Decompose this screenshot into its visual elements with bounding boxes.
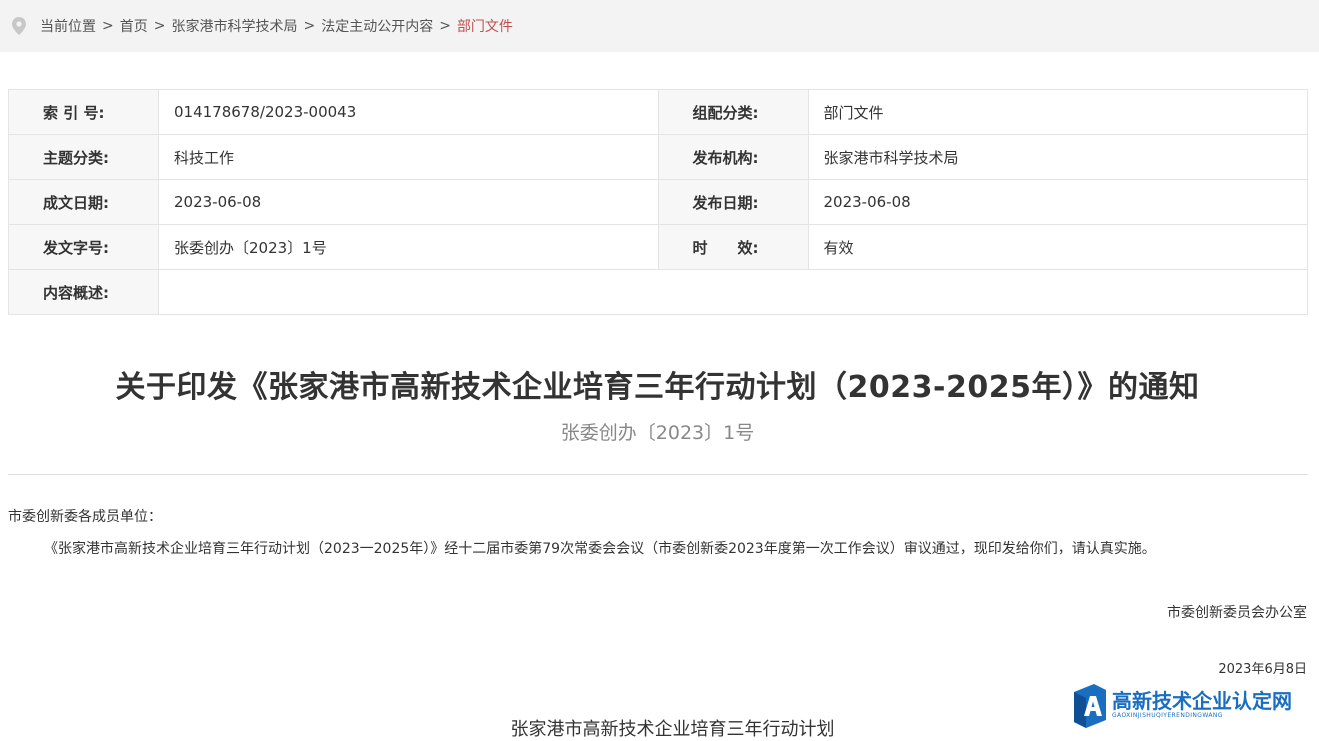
validity-value: 有效 <box>807 224 1308 270</box>
index-value: 014178678/2023-00043 <box>158 89 659 135</box>
summary-label: 内容概述: <box>8 269 159 315</box>
watermark-text: 高新技术企业认定网 <box>1112 689 1292 713</box>
breadcrumb: 当前位置 > 首页 > 张家港市科学技术局 > 法定主动公开内容 > 部门文件 <box>0 0 1319 52</box>
site-watermark: 高新技术企业认定网 GAOXINJISHUQIYERENDINGWANG <box>1070 680 1319 730</box>
publisher-label: 发布机构: <box>657 134 809 180</box>
meta-row: 发文字号: 张委创办〔2023〕1号 时 效: 有效 <box>8 224 1308 270</box>
published-date-value: 2023-06-08 <box>807 179 1308 225</box>
breadcrumb-bureau-link[interactable]: 张家港市科学技术局 <box>171 16 297 36</box>
category-label: 组配分类: <box>657 89 809 135</box>
topic-label: 主题分类: <box>8 134 159 180</box>
breadcrumb-separator: > <box>102 18 114 34</box>
category-value: 部门文件 <box>807 89 1308 135</box>
document-title: 关于印发《张家港市高新技术企业培育三年行动计划（2023-2025年）》的通知 <box>115 370 1200 405</box>
breadcrumb-disclosure-link[interactable]: 法定主动公开内容 <box>321 16 433 36</box>
breadcrumb-separator: > <box>303 18 316 34</box>
published-date-label: 发布日期: <box>657 179 809 225</box>
meta-row: 索 引 号: 014178678/2023-00043 组配分类: 部门文件 <box>8 89 1308 135</box>
validity-label: 时 效: <box>657 224 809 270</box>
meta-row: 内容概述: <box>8 269 1308 315</box>
document-number: 张委创办〔2023〕1号 <box>560 422 755 444</box>
breadcrumb-label: 当前位置 <box>40 19 96 35</box>
location-pin-icon <box>12 17 26 35</box>
watermark-subtext: GAOXINJISHUQIYERENDINGWANG <box>1112 712 1223 719</box>
meta-row: 主题分类: 科技工作 发布机构: 张家港市科学技术局 <box>8 134 1308 180</box>
topic-value: 科技工作 <box>158 134 659 180</box>
publisher-value: 张家港市科学技术局 <box>807 134 1308 180</box>
written-date-label: 成文日期: <box>8 179 159 225</box>
breadcrumb-current-link[interactable]: 部门文件 <box>457 16 513 36</box>
doc-number-value: 张委创办〔2023〕1号 <box>158 224 659 270</box>
breadcrumb-separator: > <box>439 18 451 34</box>
watermark-logo-icon <box>1074 684 1106 728</box>
breadcrumb-separator: > <box>153 18 166 34</box>
meta-row: 成文日期: 2023-06-08 发布日期: 2023-06-08 <box>8 179 1308 225</box>
summary-value <box>158 269 1308 315</box>
doc-number-label: 发文字号: <box>8 224 159 270</box>
written-date-value: 2023-06-08 <box>158 179 659 225</box>
divider <box>8 474 1308 475</box>
document-meta-table: 索 引 号: 014178678/2023-00043 组配分类: 部门文件 主… <box>8 89 1308 315</box>
signing-date: 2023年6月8日 <box>1218 662 1307 677</box>
watermark-text-block: 高新技术企业认定网 GAOXINJISHUQIYERENDINGWANG <box>1112 690 1292 720</box>
index-label: 索 引 号: <box>8 89 159 135</box>
signer: 市委创新委员会办公室 <box>1167 605 1307 621</box>
body-paragraph: 《张家港市高新技术企业培育三年行动计划（2023一2025年）》经十二届市委第7… <box>44 541 1156 557</box>
addressee: 市委创新委各成员单位： <box>8 509 162 525</box>
breadcrumb-home-link[interactable]: 首页 <box>120 16 148 36</box>
